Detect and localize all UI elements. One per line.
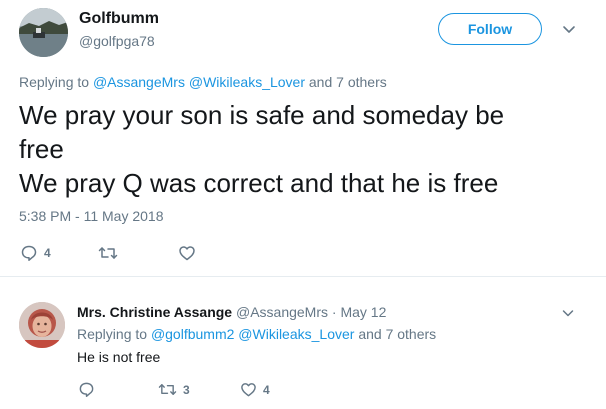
user-handle[interactable]: @AssangeMrs	[236, 304, 328, 320]
replying-to: Replying to @golfbumm2 @Wikileaks_Lover …	[77, 326, 436, 342]
retweet-icon	[158, 384, 177, 395]
mention-link[interactable]: @golfbumm2	[151, 326, 234, 342]
mention-link[interactable]: @AssangeMrs	[93, 74, 185, 90]
reply-count: 4	[44, 246, 51, 260]
chevron-down-icon[interactable]	[560, 305, 576, 321]
user-handle[interactable]: @golfpga78	[79, 33, 155, 49]
mention-link[interactable]: @Wikileaks_Lover	[189, 74, 305, 90]
avatar[interactable]	[19, 8, 68, 57]
tweet-text-line: We pray your son is safe and someday be	[19, 100, 505, 130]
tweet-text-line: free	[19, 134, 64, 164]
others-link[interactable]: and 7 others	[358, 326, 436, 342]
reply-text: He is not free	[77, 349, 161, 365]
tweet-text-line: We pray Q was correct and that he is fre…	[19, 168, 499, 198]
reply-button[interactable]: 4	[20, 244, 51, 262]
separator: ·	[331, 304, 337, 320]
replying-to: Replying to @AssangeMrs @Wikileaks_Lover…	[19, 74, 387, 90]
replying-to-label: Replying to	[19, 74, 90, 90]
timestamp[interactable]: 5:38 PM - 11 May 2018	[19, 208, 163, 224]
retweet-icon	[98, 247, 118, 259]
display-name[interactable]: Golfbumm	[79, 10, 159, 28]
reply-header: Mrs. Christine Assange @AssangeMrs · May…	[77, 304, 386, 320]
retweet-count: 3	[183, 382, 190, 397]
others-link[interactable]: and 7 others	[309, 74, 387, 90]
like-button[interactable]	[178, 244, 202, 262]
display-name[interactable]: Mrs. Christine Assange	[77, 304, 232, 320]
replying-to-label: Replying to	[77, 326, 148, 342]
avatar-photo-icon	[19, 302, 65, 348]
reply-icon	[21, 245, 37, 261]
follow-button[interactable]: Follow	[438, 13, 542, 45]
tweet-date[interactable]: May 12	[340, 304, 386, 320]
like-count: 4	[263, 382, 270, 397]
retweet-button[interactable]: 3	[158, 381, 190, 398]
tweet-text: We pray your son is safe and someday be …	[19, 98, 589, 200]
reply-icon	[79, 382, 94, 398]
like-button[interactable]: 4	[240, 381, 270, 398]
chevron-down-icon[interactable]	[560, 20, 578, 38]
heart-icon	[179, 246, 195, 261]
avatar[interactable]	[19, 302, 65, 348]
avatar-photo-icon	[19, 8, 68, 57]
heart-icon	[241, 383, 256, 397]
mention-link[interactable]: @Wikileaks_Lover	[238, 326, 354, 342]
retweet-button[interactable]	[98, 244, 124, 262]
divider	[0, 276, 606, 277]
reply-button[interactable]	[78, 381, 101, 398]
